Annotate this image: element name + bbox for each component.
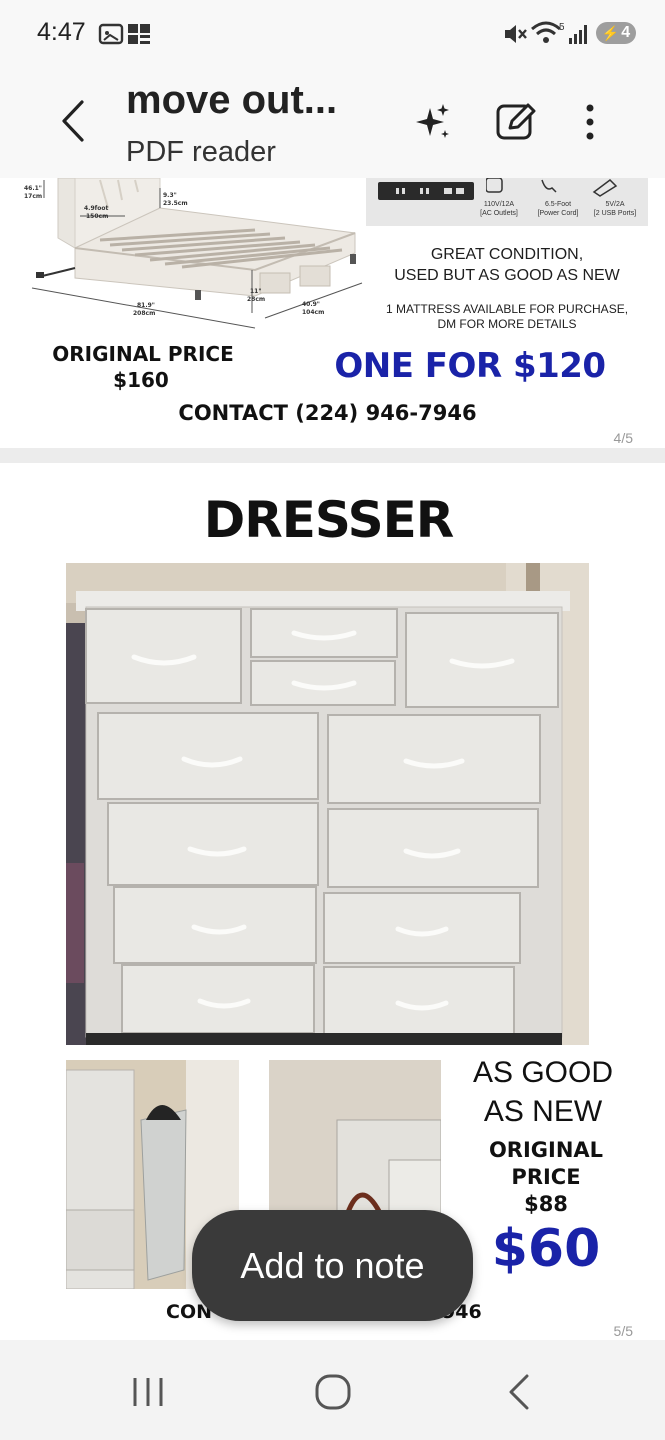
add-to-note-button[interactable]: Add to note [192, 1210, 473, 1321]
app-bar: move out... PDF reader [0, 66, 665, 178]
account-icon [128, 24, 150, 44]
battery-icon: ⚡ 4 [596, 22, 636, 44]
dim-head: 9.3" [163, 192, 177, 199]
document-subtitle: PDF reader [126, 136, 276, 168]
bed-offer-price: ONE FOR $120 [334, 346, 606, 386]
dim-depth: 40.9" [302, 301, 320, 308]
dim-width-cm: 150cm [86, 213, 108, 220]
power-feature-icons [486, 178, 618, 197]
dim-width: 4.9foot [84, 205, 108, 212]
bed-contact: CONTACT (224) 946-7946 [178, 401, 477, 425]
mattress-note: 1 MATTRESS AVAILABLE FOR PURCHASE, DM FO… [385, 302, 629, 331]
dim-height-cm: 17cm [24, 193, 42, 200]
pdf-page-5: DRESSER AS GOOD AS NEW ORIGINAL PRICE $8… [0, 463, 665, 1340]
dim-side-cm: 28cm [247, 296, 265, 303]
back-arrow-icon[interactable] [52, 96, 96, 146]
bed-original-price-label: ORIGINAL PRICE [52, 342, 234, 366]
system-nav-bar [0, 1340, 665, 1440]
nav-back-icon[interactable] [497, 1370, 541, 1414]
battery-level: 4 [621, 24, 631, 41]
edit-icon[interactable] [494, 100, 538, 144]
document-title: move out... [126, 78, 338, 122]
dresser-condition: AS GOOD AS NEW [472, 1056, 614, 1128]
bed-dimension-image: 46.1" 17cm 4.9foot 150cm 9.3" 23.5cm 11"… [24, 178, 363, 329]
dim-height: 46.1" [24, 185, 42, 192]
sparkle-ai-icon[interactable] [410, 100, 454, 144]
more-options-icon[interactable] [568, 100, 612, 144]
recent-apps-icon[interactable] [126, 1370, 170, 1414]
bed-condition: GREAT CONDITION, USED BUT AS GOOD AS NEW [394, 246, 620, 284]
status-time: 4:47 [37, 18, 86, 46]
dresser-offer-price: $60 [491, 1219, 601, 1279]
wifi-icon: 5 [531, 21, 564, 43]
dresser-photo [66, 563, 589, 1045]
home-icon[interactable] [311, 1370, 355, 1414]
signal-icon [569, 25, 587, 44]
status-bar: 4:47 5 ⚡ 4 [0, 0, 665, 66]
page-number-4: 4/5 [613, 430, 633, 446]
dim-length: 81.9" [137, 302, 155, 309]
bed-original-price: $160 [113, 368, 169, 392]
outlet-icon [378, 182, 474, 200]
dim-depth-cm: 104cm [302, 309, 324, 316]
pdf-page-4: 46.1" 17cm 4.9foot 150cm 9.3" 23.5cm 11"… [0, 178, 665, 448]
dresser-original-price-label: ORIGINAL PRICE [488, 1138, 604, 1189]
mute-icon [505, 25, 527, 43]
svg-text:5: 5 [559, 22, 564, 33]
add-to-note-label: Add to note [240, 1244, 425, 1286]
feature-usb-ports: 5V/2A [2 USB Ports] [593, 201, 637, 217]
dim-head-cm: 23.5cm [163, 200, 188, 207]
feature-outlets: 110V/12A [AC Outlets] [480, 201, 518, 217]
dim-length-cm: 208cm [133, 310, 155, 317]
dresser-heading: DRESSER [203, 491, 455, 549]
dresser-original-price: $88 [524, 1192, 568, 1216]
screenshot-icon [98, 23, 124, 45]
feature-power-cord: 6.5-Foot [Power Cord] [537, 201, 579, 217]
dim-side: 11" [250, 288, 261, 295]
page-number-5: 5/5 [613, 1323, 633, 1339]
features-strip: 110V/12A [AC Outlets] 6.5-Foot [Power Cord… [366, 178, 648, 226]
